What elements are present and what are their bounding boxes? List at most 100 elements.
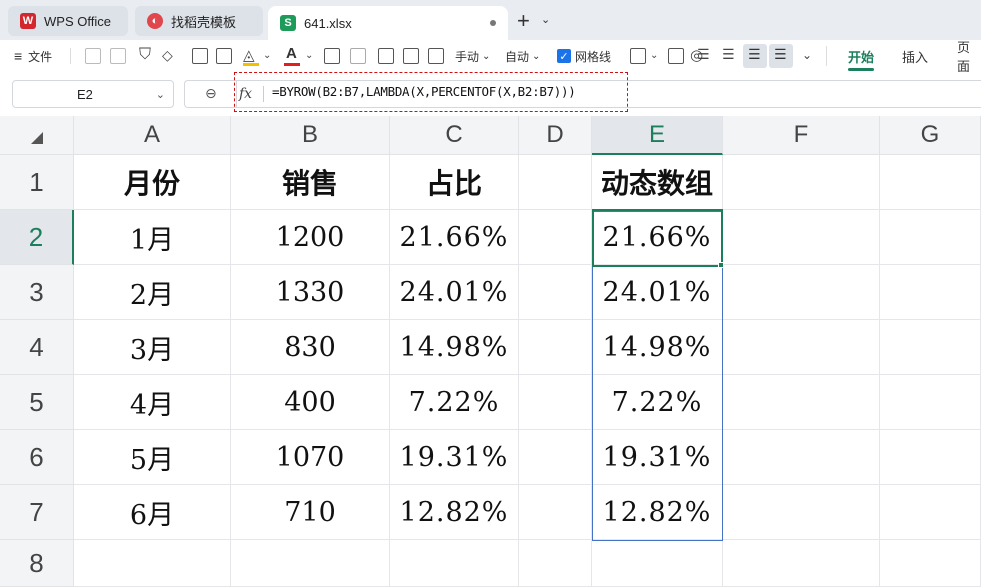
cell-c1[interactable]: 占比 xyxy=(390,155,519,210)
chevron-down-icon[interactable]: ⌄ xyxy=(156,88,165,101)
cell-a1[interactable]: 月份 xyxy=(74,155,231,210)
cell-g3[interactable] xyxy=(880,265,981,320)
cell-c6[interactable]: 19.31% xyxy=(390,430,519,485)
ribbon-tab-insert[interactable]: 插入 xyxy=(902,46,928,66)
cell-e1[interactable]: 动态数组 xyxy=(592,155,723,210)
cell-style-icon[interactable] xyxy=(324,48,340,64)
name-box[interactable]: E2 ⌄ xyxy=(12,80,174,108)
fill-handle[interactable] xyxy=(718,262,724,268)
new-tab-plus-icon[interactable]: + xyxy=(517,8,530,34)
column-header-g[interactable]: G xyxy=(880,116,981,155)
column-header-c[interactable]: C xyxy=(390,116,519,155)
cell-g4[interactable] xyxy=(880,320,981,375)
cell-d7[interactable] xyxy=(519,485,592,540)
fit-icon[interactable] xyxy=(428,48,444,64)
cell-a6[interactable]: 5月 xyxy=(74,430,231,485)
delete-cell-icon[interactable] xyxy=(668,48,684,64)
border-icon[interactable] xyxy=(192,48,208,64)
cell-c4[interactable]: 14.98% xyxy=(390,320,519,375)
cell-d4[interactable] xyxy=(519,320,592,375)
cell-a3[interactable]: 2月 xyxy=(74,265,231,320)
column-header-b[interactable]: B xyxy=(231,116,390,155)
file-menu-button[interactable]: ≡ 文件 xyxy=(14,46,52,66)
cell-b1[interactable]: 销售 xyxy=(231,155,390,210)
cell-c8[interactable] xyxy=(390,540,519,587)
auto-calc-dropdown[interactable]: 自动 ⌄ xyxy=(505,46,540,66)
cell-g5[interactable] xyxy=(880,375,981,430)
unsaved-dot-icon[interactable] xyxy=(490,20,496,26)
freeze-icon[interactable] xyxy=(630,48,646,64)
chevron-down-icon[interactable]: ⌄ xyxy=(650,50,658,61)
cell-b5[interactable]: 400 xyxy=(231,375,390,430)
column-header-e[interactable]: E xyxy=(592,116,723,155)
checkbox-checked-icon[interactable]: ✓ xyxy=(557,49,571,63)
cell-c2[interactable]: 21.66% xyxy=(390,210,519,265)
cell-c5[interactable]: 7.22% xyxy=(390,375,519,430)
paste-icon[interactable] xyxy=(85,48,101,64)
cell-f1[interactable] xyxy=(723,155,880,210)
table-grid-icon[interactable] xyxy=(216,48,232,64)
gridlines-toggle[interactable]: ✓ 网格线 xyxy=(557,46,611,66)
column-icon[interactable] xyxy=(350,48,366,64)
tab-641-xlsx[interactable]: S 641.xlsx xyxy=(268,6,508,40)
clear-icon[interactable]: ◇ xyxy=(162,47,173,64)
cell-f5[interactable] xyxy=(723,375,880,430)
cell-c7[interactable]: 12.82% xyxy=(390,485,519,540)
row-header-8[interactable]: 8 xyxy=(0,540,74,587)
ribbon-tab-page[interactable]: 页面 xyxy=(957,40,981,74)
cell-f8[interactable] xyxy=(723,540,880,587)
cell-a2[interactable]: 1月 xyxy=(74,210,231,265)
cell-d6[interactable] xyxy=(519,430,592,485)
cell-a7[interactable]: 6月 xyxy=(74,485,231,540)
cell-f4[interactable] xyxy=(723,320,880,375)
cell-g7[interactable] xyxy=(880,485,981,540)
filter-icon[interactable]: ⛉ xyxy=(139,46,151,64)
cell-c3[interactable]: 24.01% xyxy=(390,265,519,320)
cell-d3[interactable] xyxy=(519,265,592,320)
cell-b2[interactable]: 1200 xyxy=(231,210,390,265)
cell-e8[interactable] xyxy=(592,540,723,587)
cell-a8[interactable] xyxy=(74,540,231,587)
cell-b7[interactable]: 710 xyxy=(231,485,390,540)
cell-b4[interactable]: 830 xyxy=(231,320,390,375)
cell-g8[interactable] xyxy=(880,540,981,587)
column-header-f[interactable]: F xyxy=(723,116,880,155)
row-header-4[interactable]: 4 xyxy=(0,320,74,375)
select-all-corner[interactable] xyxy=(0,116,74,155)
tab-list-chevron-icon[interactable]: ⌄ xyxy=(541,13,550,26)
cell-g2[interactable] xyxy=(880,210,981,265)
cell-b8[interactable] xyxy=(231,540,390,587)
cell-f6[interactable] xyxy=(723,430,880,485)
chevron-down-icon[interactable]: ⌄ xyxy=(305,50,313,61)
row-header-1[interactable]: 1 xyxy=(0,155,74,210)
manual-calc-dropdown[interactable]: 手动 ⌄ xyxy=(455,46,490,66)
merge-icon[interactable] xyxy=(378,48,394,64)
cell-f2[interactable] xyxy=(723,210,880,265)
align-right-icon[interactable]: ☰ xyxy=(722,46,735,63)
wrap-icon[interactable] xyxy=(403,48,419,64)
tab-docer-templates[interactable]: ◐ 找稻壳模板 xyxy=(135,6,263,36)
row-header-6[interactable]: 6 xyxy=(0,430,74,485)
cell-b6[interactable]: 1070 xyxy=(231,430,390,485)
cell-a4[interactable]: 3月 xyxy=(74,320,231,375)
column-header-a[interactable]: A xyxy=(74,116,231,155)
cell-d8[interactable] xyxy=(519,540,592,587)
cell-f7[interactable] xyxy=(723,485,880,540)
more-chevron-icon[interactable]: ⌄ xyxy=(802,48,812,62)
row-header-7[interactable]: 7 xyxy=(0,485,74,540)
cell-b3[interactable]: 1330 xyxy=(231,265,390,320)
cell-d1[interactable] xyxy=(519,155,592,210)
font-color-icon[interactable]: A xyxy=(286,45,297,62)
row-header-2[interactable]: 2 xyxy=(0,210,74,265)
ribbon-tab-home[interactable]: 开始 xyxy=(848,46,874,66)
zoom-icon[interactable]: ⊖ xyxy=(205,85,217,102)
cell-d5[interactable] xyxy=(519,375,592,430)
column-header-d[interactable]: D xyxy=(519,116,592,155)
chevron-down-icon[interactable]: ⌄ xyxy=(263,50,271,61)
row-header-3[interactable]: 3 xyxy=(0,265,74,320)
row-header-5[interactable]: 5 xyxy=(0,375,74,430)
fill-color-icon[interactable]: ◬ xyxy=(243,46,255,64)
cell-g6[interactable] xyxy=(880,430,981,485)
tab-wps-office[interactable]: W WPS Office xyxy=(8,6,128,36)
cell-d2[interactable] xyxy=(519,210,592,265)
